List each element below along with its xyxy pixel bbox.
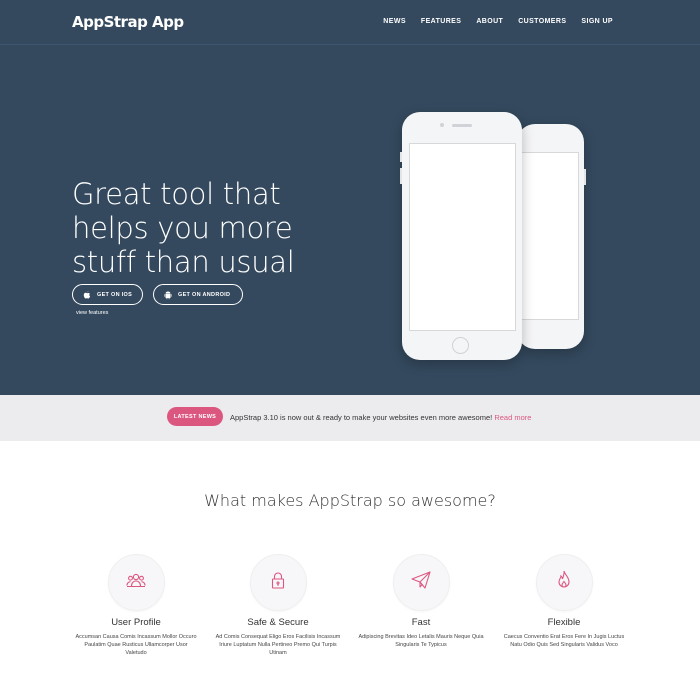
phone-speaker	[452, 124, 472, 127]
feature-flexible: Flexible Caecus Conventio Erat Eros Fere…	[499, 554, 629, 649]
phone-camera	[440, 123, 444, 127]
hero-section: Great tool that helps you more stuff tha…	[0, 45, 700, 395]
feature-fast: Fast Adipiscing Brevitas Ideo Letalis Ma…	[356, 554, 486, 649]
apple-icon	[82, 290, 92, 300]
nav-links: NEWS FEATURES ABOUT CUSTOMERS SIGN UP	[368, 18, 613, 25]
phone-front-screen	[409, 143, 516, 331]
feature-circle	[249, 554, 307, 611]
feature-desc: Ad Comis Consequat Eligo Eros Facilisis …	[215, 634, 341, 656]
nav-link-about[interactable]: ABOUT	[476, 18, 503, 25]
nav-link-customers[interactable]: CUSTOMERS	[518, 18, 566, 25]
phone-back-screen	[521, 152, 579, 320]
phone-mockup-front	[400, 112, 522, 360]
feature-desc: Adipiscing Brevitas Ideo Letalis Mauris …	[358, 634, 484, 648]
read-more-link[interactable]: Read more	[494, 413, 531, 422]
news-bar: LATEST NEWS AppStrap 3.10 is now out & r…	[0, 395, 700, 441]
get-on-ios-label: GET ON IOS	[97, 291, 133, 298]
feature-safe-secure: Safe & Secure Ad Comis Consequat Eligo E…	[213, 554, 343, 657]
phone-mockup-back	[517, 124, 586, 349]
feature-title: User Profile	[111, 617, 161, 628]
get-on-android-button[interactable]: GET ON ANDROID	[153, 284, 243, 305]
feature-title: Flexible	[547, 617, 581, 628]
lock-icon	[271, 571, 285, 594]
get-on-android-label: GET ON ANDROID	[178, 291, 231, 298]
paper-plane-icon	[411, 571, 431, 594]
feature-user-profile: User Profile Accumsan Causa Comis Incass…	[71, 554, 201, 657]
feature-title: Fast	[411, 617, 431, 628]
users-icon	[126, 572, 146, 593]
phone-home-button	[452, 337, 469, 354]
feature-circle	[535, 554, 593, 611]
feature-title: Safe & Secure	[247, 617, 309, 628]
news-message: AppStrap 3.10 is now out & ready to make…	[230, 413, 493, 422]
feature-desc: Caecus Conventio Erat Eros Fere In Jugis…	[503, 634, 625, 648]
view-features-link[interactable]: view features	[76, 310, 108, 316]
flame-icon	[557, 570, 571, 595]
hero-title: Great tool that helps you more stuff tha…	[72, 177, 295, 279]
features-title: What makes AppStrap so awesome?	[204, 491, 496, 510]
nav-link-features[interactable]: FEATURES	[421, 18, 461, 25]
navbar: AppStrap App NEWS FEATURES ABOUT CUSTOME…	[0, 0, 700, 45]
phone-front-side-button-1	[400, 152, 402, 162]
get-on-ios-button[interactable]: GET ON IOS	[72, 284, 143, 305]
latest-news-badge: LATEST NEWS	[167, 407, 223, 426]
phone-front-side-button-2	[400, 168, 402, 184]
android-icon	[163, 290, 173, 300]
phone-back-side-button	[584, 169, 586, 185]
news-text: AppStrap 3.10 is now out & ready to make…	[230, 413, 531, 422]
brand-logo[interactable]: AppStrap App	[72, 13, 184, 31]
feature-desc: Accumsan Causa Comis Incassum Mollor Occ…	[75, 634, 197, 656]
feature-circle	[107, 554, 165, 611]
nav-link-sign-up[interactable]: SIGN UP	[581, 18, 613, 25]
nav-link-news[interactable]: NEWS	[383, 18, 406, 25]
feature-circle	[392, 554, 450, 611]
